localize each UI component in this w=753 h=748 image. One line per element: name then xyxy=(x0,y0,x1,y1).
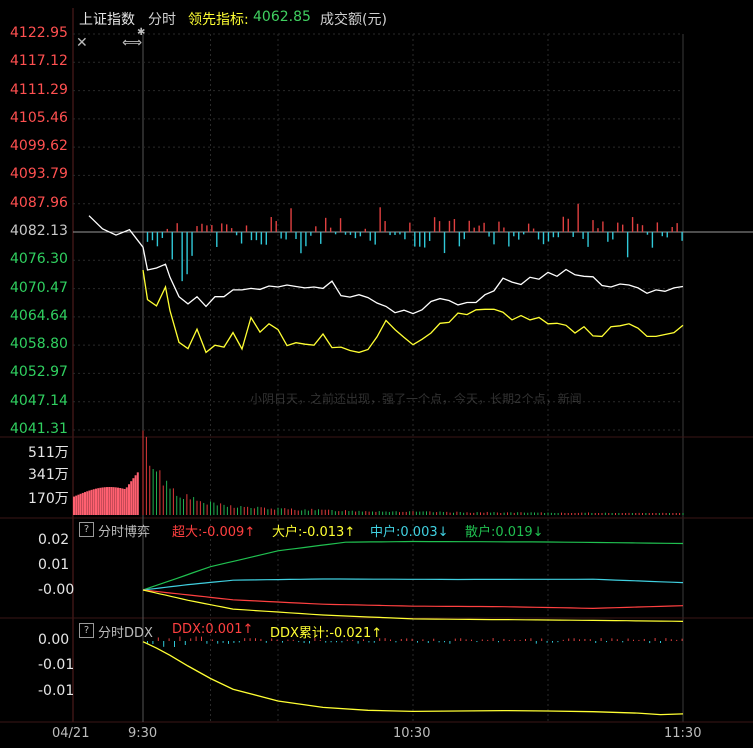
legend-medium: 中户:0.003↓ xyxy=(370,525,449,540)
chart-header: 上证指数 分时 领先指标: 4062.85 成交额(元) xyxy=(0,0,753,34)
price-y-tick: 4087.96 xyxy=(10,194,68,211)
x-axis-label: 11:30 xyxy=(664,726,702,741)
price-y-tick: 4117.12 xyxy=(10,53,68,70)
ddx-y-tick: -0.01 xyxy=(38,683,75,699)
help-icon-game[interactable]: ? xyxy=(79,522,94,537)
price-y-tick: 4093.79 xyxy=(10,166,68,183)
price-y-tick: 4076.30 xyxy=(10,251,68,268)
mode-label[interactable]: 分时 xyxy=(148,9,176,29)
legend-super-large: 超大:-0.009↑ xyxy=(172,525,256,540)
leading-indicator-label: 领先指标: xyxy=(188,12,249,28)
volume-y-tick: 511万 xyxy=(28,445,69,461)
x-axis-label: 10:30 xyxy=(393,726,431,741)
game-y-tick: 0.02 xyxy=(38,532,70,548)
legend-large: 大户:-0.013↑ xyxy=(272,525,356,540)
price-y-tick: 4052.97 xyxy=(10,364,68,381)
index-name[interactable]: 上证指数 xyxy=(79,9,135,29)
turnover-label[interactable]: 成交额(元) xyxy=(320,9,387,29)
legend-retail: 散户:0.019↓ xyxy=(465,525,544,540)
price-y-tick: 4105.46 xyxy=(10,109,68,126)
price-y-tick: 4041.31 xyxy=(10,421,68,437)
volume-y-tick: 170万 xyxy=(28,491,69,507)
game-y-tick: -0.00 xyxy=(38,582,75,598)
ddx-y-tick: 0.00 xyxy=(38,632,70,648)
legend-ddx-cumulative: DDX累计:-0.021↑ xyxy=(270,626,383,641)
price-y-tick: 4122.95 xyxy=(10,25,68,41)
price-y-tick: 4047.14 xyxy=(10,392,68,409)
x-axis-label: 04/21 xyxy=(52,726,90,741)
close-icon[interactable]: ✕ xyxy=(76,35,88,51)
price-y-tick: 4070.47 xyxy=(10,279,68,296)
price-y-tick: 4058.80 xyxy=(10,336,68,353)
x-axis-label: 9:30 xyxy=(128,726,158,741)
price-y-tick: 4099.62 xyxy=(10,138,68,155)
ddx-y-tick: -0.01 xyxy=(38,657,75,673)
price-y-tick: 4082.13 xyxy=(10,223,68,239)
price-line xyxy=(88,215,684,315)
game-y-tick: 0.01 xyxy=(38,557,70,573)
watermark-text: 小阴日天，之前还出现，强了一个点，今天，长期2个点，新闻 xyxy=(250,392,582,406)
ddx-cumulative-line xyxy=(142,641,684,716)
crosshair-marker-icon[interactable]: ✱ xyxy=(137,27,145,38)
game-panel-title: 分时博弈 xyxy=(98,525,151,540)
price-y-tick: 4064.64 xyxy=(10,307,68,324)
volume-y-tick: 341万 xyxy=(28,467,69,483)
price-y-tick: 4111.29 xyxy=(10,81,68,98)
ddx-panel-title: 分时DDX xyxy=(98,626,153,641)
leading-indicator-value: 4062.85 xyxy=(253,9,311,25)
help-icon-ddx[interactable]: ? xyxy=(79,623,94,638)
legend-ddx: DDX:0.001↑ xyxy=(172,622,254,637)
